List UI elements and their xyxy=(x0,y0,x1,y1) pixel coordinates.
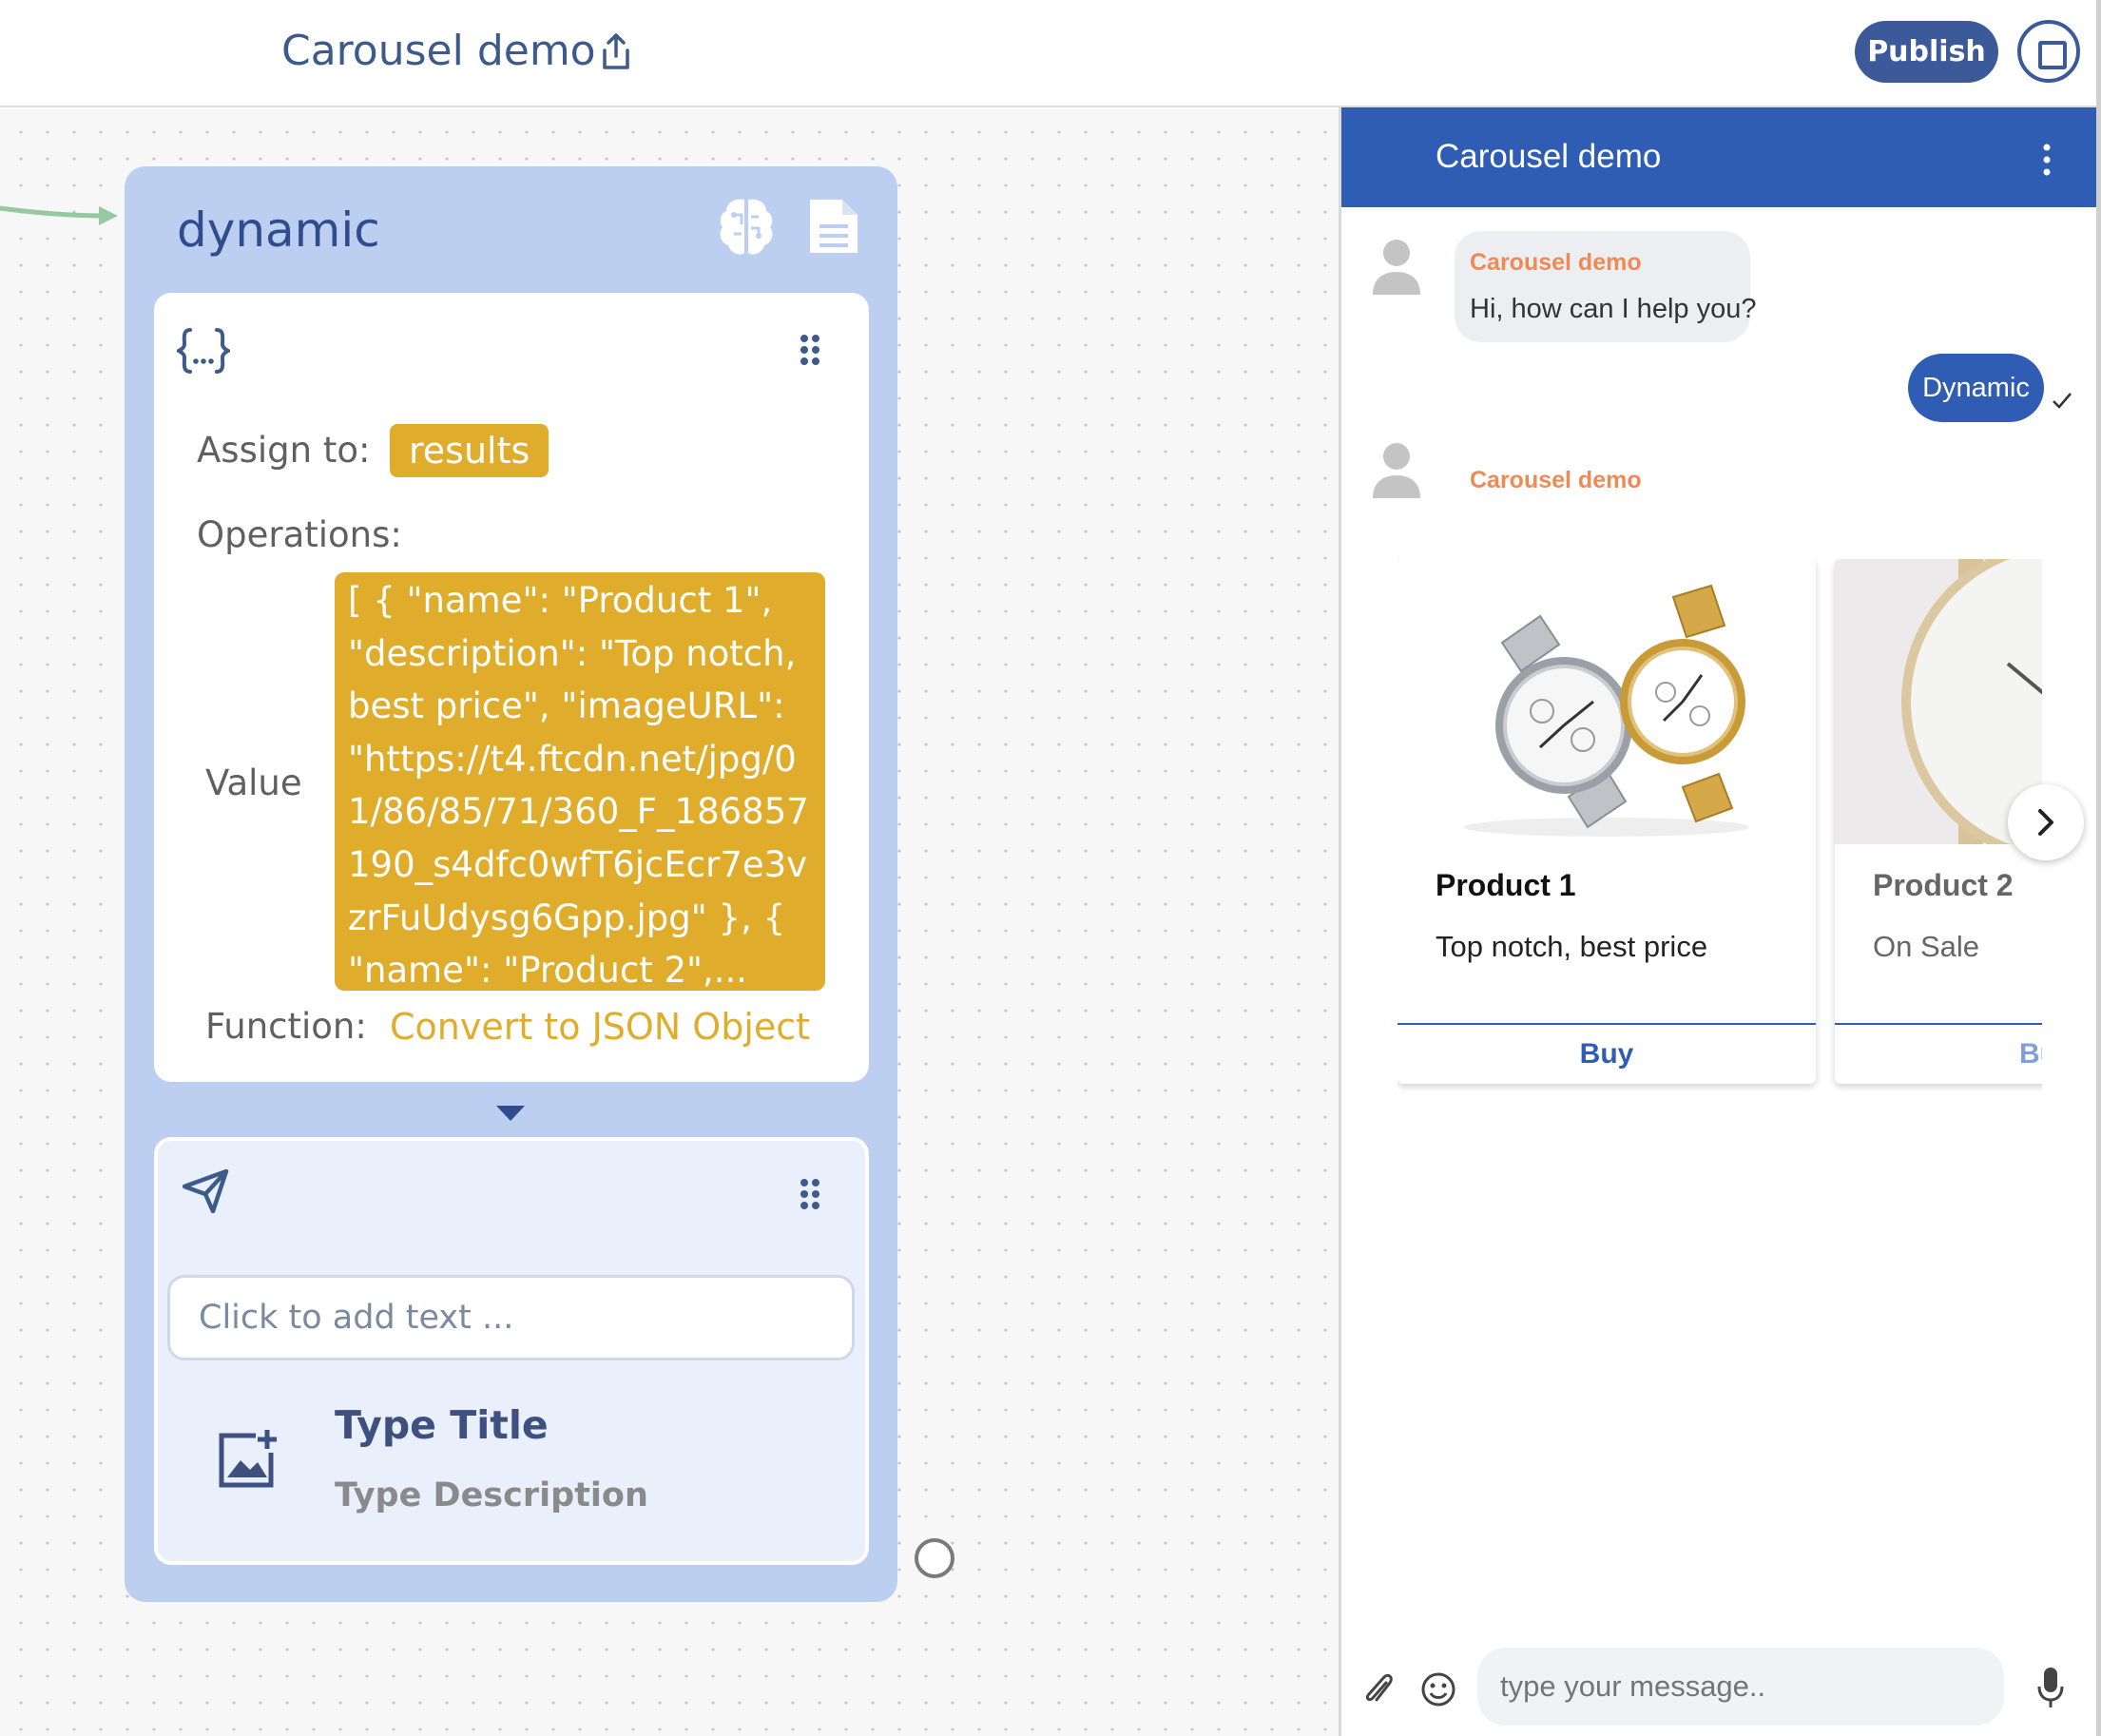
buy-button[interactable]: Buy xyxy=(1397,1025,1816,1084)
product-carousel[interactable]: Product 1 Top notch, best price Buy Prod… xyxy=(1397,559,2042,1096)
drag-handle-icon[interactable] xyxy=(799,333,821,367)
card-title[interactable]: Type Title xyxy=(335,1402,549,1448)
chat-title: Carousel demo xyxy=(1436,138,1662,175)
assign-label: Assign to: xyxy=(197,430,371,471)
share-icon[interactable] xyxy=(599,31,633,71)
bot-message-bubble xyxy=(1455,231,1750,342)
top-bar: Carousel demo Publish xyxy=(0,0,2101,107)
assign-variable-chip[interactable]: results xyxy=(390,424,549,477)
product-name: Product 1 xyxy=(1436,868,1576,902)
mic-icon[interactable] xyxy=(2036,1666,2065,1709)
bot-name: Carousel demo xyxy=(1470,249,1642,276)
window-edge xyxy=(2096,0,2101,1736)
card-description[interactable]: Type Description xyxy=(335,1476,648,1514)
avatar-icon xyxy=(1373,240,1420,295)
node-title[interactable]: dynamic xyxy=(177,203,380,258)
drag-handle-icon[interactable] xyxy=(799,1177,821,1211)
image-add-icon[interactable] xyxy=(214,1426,280,1493)
more-vertical-icon[interactable] xyxy=(2040,143,2053,177)
document-icon[interactable] xyxy=(804,198,861,255)
value-field[interactable]: [ { "name": "Product 1", "description": … xyxy=(335,572,825,991)
product-name: Product 2 xyxy=(1873,868,2014,902)
product-image xyxy=(1397,559,1816,844)
buy-button[interactable]: Buy xyxy=(1835,1025,2042,1084)
function-value[interactable]: Convert to JSON Object xyxy=(390,1006,810,1048)
value-label: Value xyxy=(205,762,302,803)
user-message-bubble: Dynamic xyxy=(1908,354,2044,422)
chevron-right-icon xyxy=(2038,809,2053,836)
output-port[interactable] xyxy=(915,1538,954,1578)
braces-icon xyxy=(177,328,230,374)
emoji-icon[interactable] xyxy=(1420,1671,1456,1707)
stop-icon[interactable] xyxy=(2017,20,2080,83)
send-icon xyxy=(183,1169,229,1213)
chat-message-input[interactable] xyxy=(1477,1648,2004,1726)
incoming-connector xyxy=(0,205,118,225)
function-label: Function: xyxy=(205,1006,367,1047)
bot-message: Hi, how can I help you? xyxy=(1470,294,1757,324)
bot-name: Carousel demo xyxy=(1470,467,1642,493)
avatar-icon xyxy=(1373,443,1420,498)
product-card[interactable]: Product 1 Top notch, best price Buy xyxy=(1397,559,1816,1084)
attach-icon[interactable] xyxy=(1361,1669,1396,1707)
product-description: On Sale xyxy=(1873,930,1980,963)
product-image xyxy=(1835,559,2042,844)
product-description: Top notch, best price xyxy=(1436,930,1708,963)
check-icon xyxy=(2053,393,2072,409)
brain-icon[interactable] xyxy=(715,194,778,259)
publish-button[interactable]: Publish xyxy=(1855,21,1998,83)
message-text-input[interactable]: Click to add text ... xyxy=(167,1275,855,1360)
down-arrow-icon xyxy=(496,1106,525,1121)
carousel-next-button[interactable] xyxy=(2008,784,2084,860)
project-title: Carousel demo xyxy=(281,27,596,75)
operations-label: Operations: xyxy=(197,514,402,555)
